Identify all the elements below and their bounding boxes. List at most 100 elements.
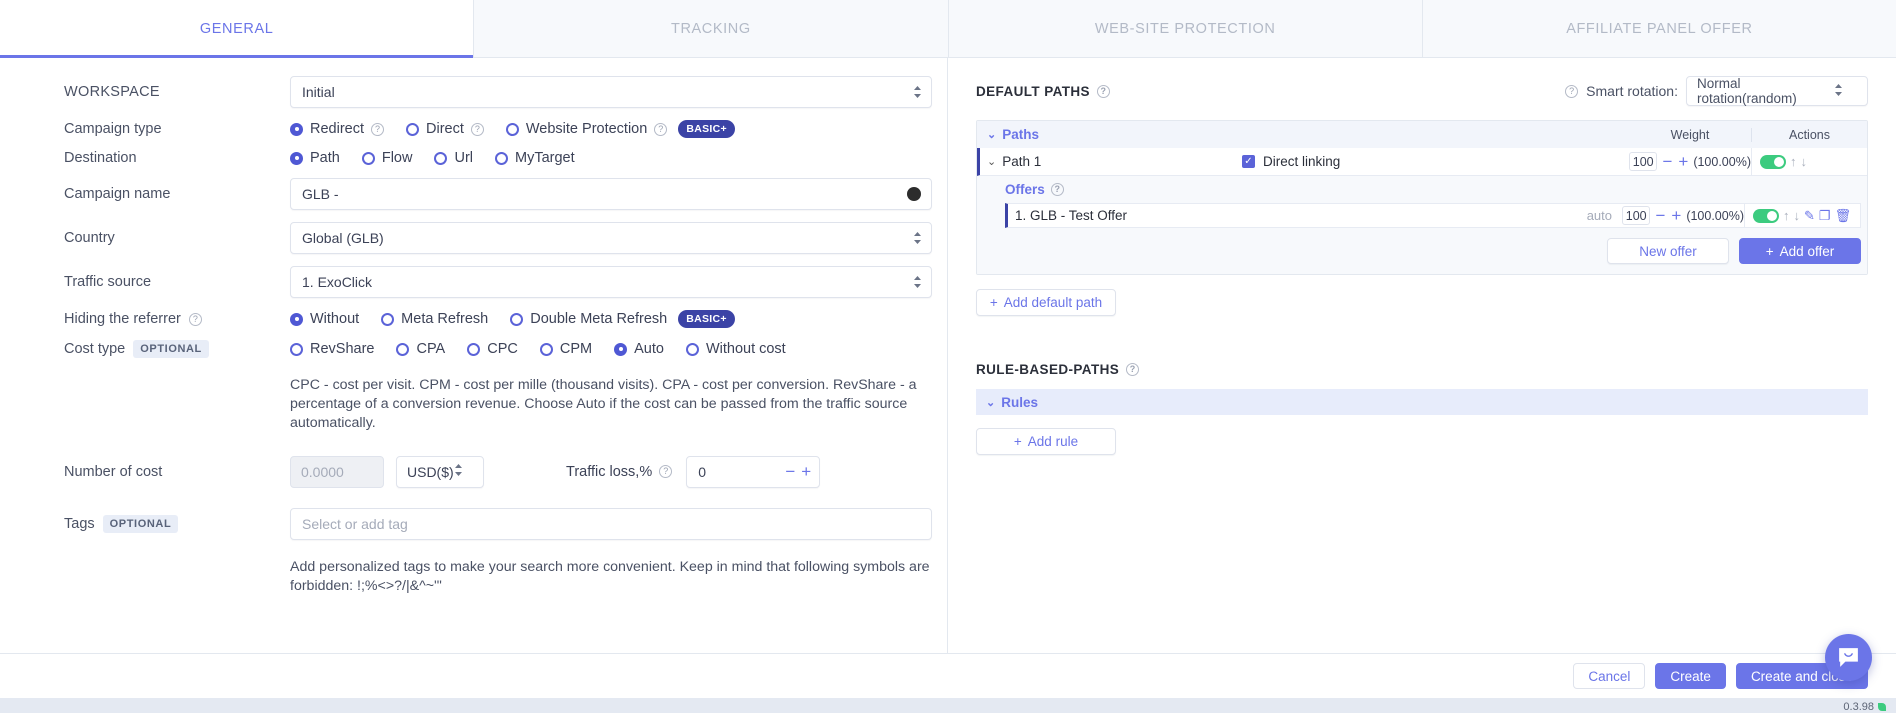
tab-general[interactable]: GENERAL: [0, 0, 474, 57]
radio-destination-path[interactable]: Path: [290, 150, 340, 166]
footer-action-bar: Cancel Create Create and close: [0, 653, 1896, 698]
help-icon[interactable]: ?: [654, 123, 667, 136]
tab-tracking[interactable]: TRACKING: [474, 0, 948, 57]
campaign-name-input[interactable]: GLB -: [290, 178, 932, 210]
help-icon[interactable]: ?: [1565, 85, 1578, 98]
new-offer-button[interactable]: New offer: [1607, 238, 1729, 264]
path-enabled-toggle[interactable]: [1760, 155, 1786, 169]
radio-label: MyTarget: [515, 150, 575, 166]
rules-collapse-bar[interactable]: ⌄ Rules: [976, 389, 1868, 415]
radio-destination-url[interactable]: Url: [434, 150, 473, 166]
move-down-icon[interactable]: ↓: [1794, 209, 1801, 222]
workspace-select[interactable]: Initial: [290, 76, 932, 108]
tab-affiliate-panel-offer[interactable]: AFFILIATE PANEL OFFER: [1423, 0, 1896, 57]
radio-hiding-without[interactable]: Without: [290, 311, 359, 327]
chat-widget-button[interactable]: [1825, 634, 1872, 681]
chevron-down-icon: ⌄: [987, 128, 996, 141]
country-select[interactable]: Global (GLB): [290, 222, 932, 254]
radio-campaign-type-direct[interactable]: Direct ?: [406, 121, 484, 137]
decrement-icon[interactable]: −: [1662, 153, 1672, 170]
traffic-source-select[interactable]: 1. ExoClick: [290, 266, 932, 298]
help-icon[interactable]: ?: [471, 123, 484, 136]
radio-destination-mytarget[interactable]: MyTarget: [495, 150, 575, 166]
move-up-icon[interactable]: ↑: [1790, 155, 1797, 168]
radio-cost-cpa[interactable]: CPA: [396, 341, 445, 357]
traffic-source-value: 1. ExoClick: [302, 274, 372, 290]
copy-icon[interactable]: ❐: [1819, 209, 1831, 222]
paths-column-header[interactable]: ⌄ Paths: [977, 127, 1629, 142]
path-weight-stepper: − +: [1662, 153, 1688, 170]
increment-icon[interactable]: +: [801, 463, 811, 480]
path-weight-input[interactable]: 100: [1629, 152, 1657, 171]
radio-label: Redirect: [310, 121, 364, 137]
radio-destination-flow[interactable]: Flow: [362, 150, 413, 166]
tab-website-protection[interactable]: WEB-SITE PROTECTION: [949, 0, 1423, 57]
smart-rotation-value: Normal rotation(random): [1697, 76, 1834, 106]
add-rule-button[interactable]: + Add rule: [976, 428, 1116, 455]
radio-dot-icon: [362, 152, 375, 165]
direct-linking-cell: ✓ Direct linking: [1242, 154, 1629, 169]
workspace-label: WORKSPACE: [64, 84, 290, 100]
traffic-loss-input[interactable]: 0 − +: [686, 456, 820, 488]
help-icon[interactable]: ?: [659, 465, 672, 478]
help-icon[interactable]: ?: [1126, 363, 1139, 376]
path-name-cell[interactable]: ⌄ Path 1: [980, 154, 1242, 169]
radio-hiding-double-meta-refresh[interactable]: Double Meta Refresh BASIC+: [510, 310, 735, 328]
radio-campaign-type-website-protection[interactable]: Website Protection ? BASIC+: [506, 120, 735, 138]
move-up-icon[interactable]: ↑: [1783, 209, 1790, 222]
create-button[interactable]: Create: [1655, 663, 1726, 689]
move-down-icon[interactable]: ↓: [1801, 155, 1808, 168]
decrement-icon[interactable]: −: [1655, 207, 1665, 224]
default-paths-title-text: DEFAULT PATHS: [976, 84, 1090, 99]
offer-enabled-toggle[interactable]: [1753, 209, 1779, 223]
tags-input[interactable]: Select or add tag: [290, 508, 932, 540]
offer-weight-input[interactable]: 100: [1622, 206, 1650, 225]
cancel-button[interactable]: Cancel: [1573, 663, 1645, 689]
help-icon[interactable]: ?: [371, 123, 384, 136]
list-item[interactable]: 1. GLB - Test Offer auto 100 − + (100.00…: [1005, 203, 1861, 228]
add-default-path-button[interactable]: + Add default path: [976, 289, 1116, 316]
offer-name: 1. GLB - Test Offer: [1008, 208, 1587, 223]
cost-type-help-text: CPC - cost per visit. CPM - cost per mil…: [290, 376, 934, 434]
smart-rotation-select[interactable]: Normal rotation(random): [1686, 76, 1868, 106]
create-label: Create: [1670, 669, 1711, 684]
default-paths-header: DEFAULT PATHS ? ? Smart rotation: Normal…: [976, 76, 1868, 106]
add-offer-label: Add offer: [1780, 244, 1835, 259]
row-number-of-cost: Number of cost 0.0000 USD($) Traffic los…: [0, 456, 947, 488]
traffic-loss-stepper: − +: [785, 463, 811, 480]
radio-label: RevShare: [310, 341, 374, 357]
plus-icon: +: [990, 295, 998, 310]
table-row[interactable]: ⌄ Path 1 ✓ Direct linking 100 − + (100.0…: [977, 148, 1867, 176]
workspace-value: Initial: [302, 84, 335, 100]
color-swatch-icon[interactable]: [907, 187, 921, 201]
edit-pencil-icon[interactable]: ✎: [1804, 209, 1815, 222]
chat-smiley-icon: [1836, 645, 1861, 670]
checkbox-direct-linking[interactable]: ✓: [1242, 155, 1255, 168]
help-icon[interactable]: ?: [1097, 85, 1110, 98]
row-traffic-source: Traffic source 1. ExoClick: [0, 266, 947, 298]
version-badge: 0.3.98: [1843, 701, 1886, 713]
radio-cost-cpm[interactable]: CPM: [540, 341, 592, 357]
help-icon[interactable]: ?: [189, 313, 202, 326]
radio-label: Path: [310, 150, 340, 166]
radio-label: Auto: [634, 341, 664, 357]
add-offer-button[interactable]: + Add offer: [1739, 238, 1861, 264]
general-form-pane: WORKSPACE Initial Campaign type: [0, 58, 948, 653]
radio-cost-revshare[interactable]: RevShare: [290, 341, 374, 357]
increment-icon[interactable]: +: [1678, 153, 1688, 170]
radio-dot-icon: [290, 343, 303, 356]
chevron-down-icon[interactable]: ⌄: [987, 155, 996, 168]
help-icon[interactable]: ?: [1051, 183, 1064, 196]
radio-campaign-type-redirect[interactable]: Redirect ?: [290, 121, 384, 137]
radio-cost-auto[interactable]: Auto: [614, 341, 664, 357]
decrement-icon[interactable]: −: [785, 463, 795, 480]
country-label: Country: [64, 230, 290, 246]
delete-trash-icon[interactable]: 🗑: [1835, 209, 1852, 222]
radio-hiding-meta-refresh[interactable]: Meta Refresh: [381, 311, 488, 327]
currency-select[interactable]: USD($): [396, 456, 484, 488]
increment-icon[interactable]: +: [1671, 207, 1681, 224]
actions-column-header: Actions: [1751, 128, 1867, 142]
number-of-cost-input[interactable]: 0.0000: [290, 456, 384, 488]
radio-cost-cpc[interactable]: CPC: [467, 341, 518, 357]
radio-cost-without-cost[interactable]: Without cost: [686, 341, 786, 357]
